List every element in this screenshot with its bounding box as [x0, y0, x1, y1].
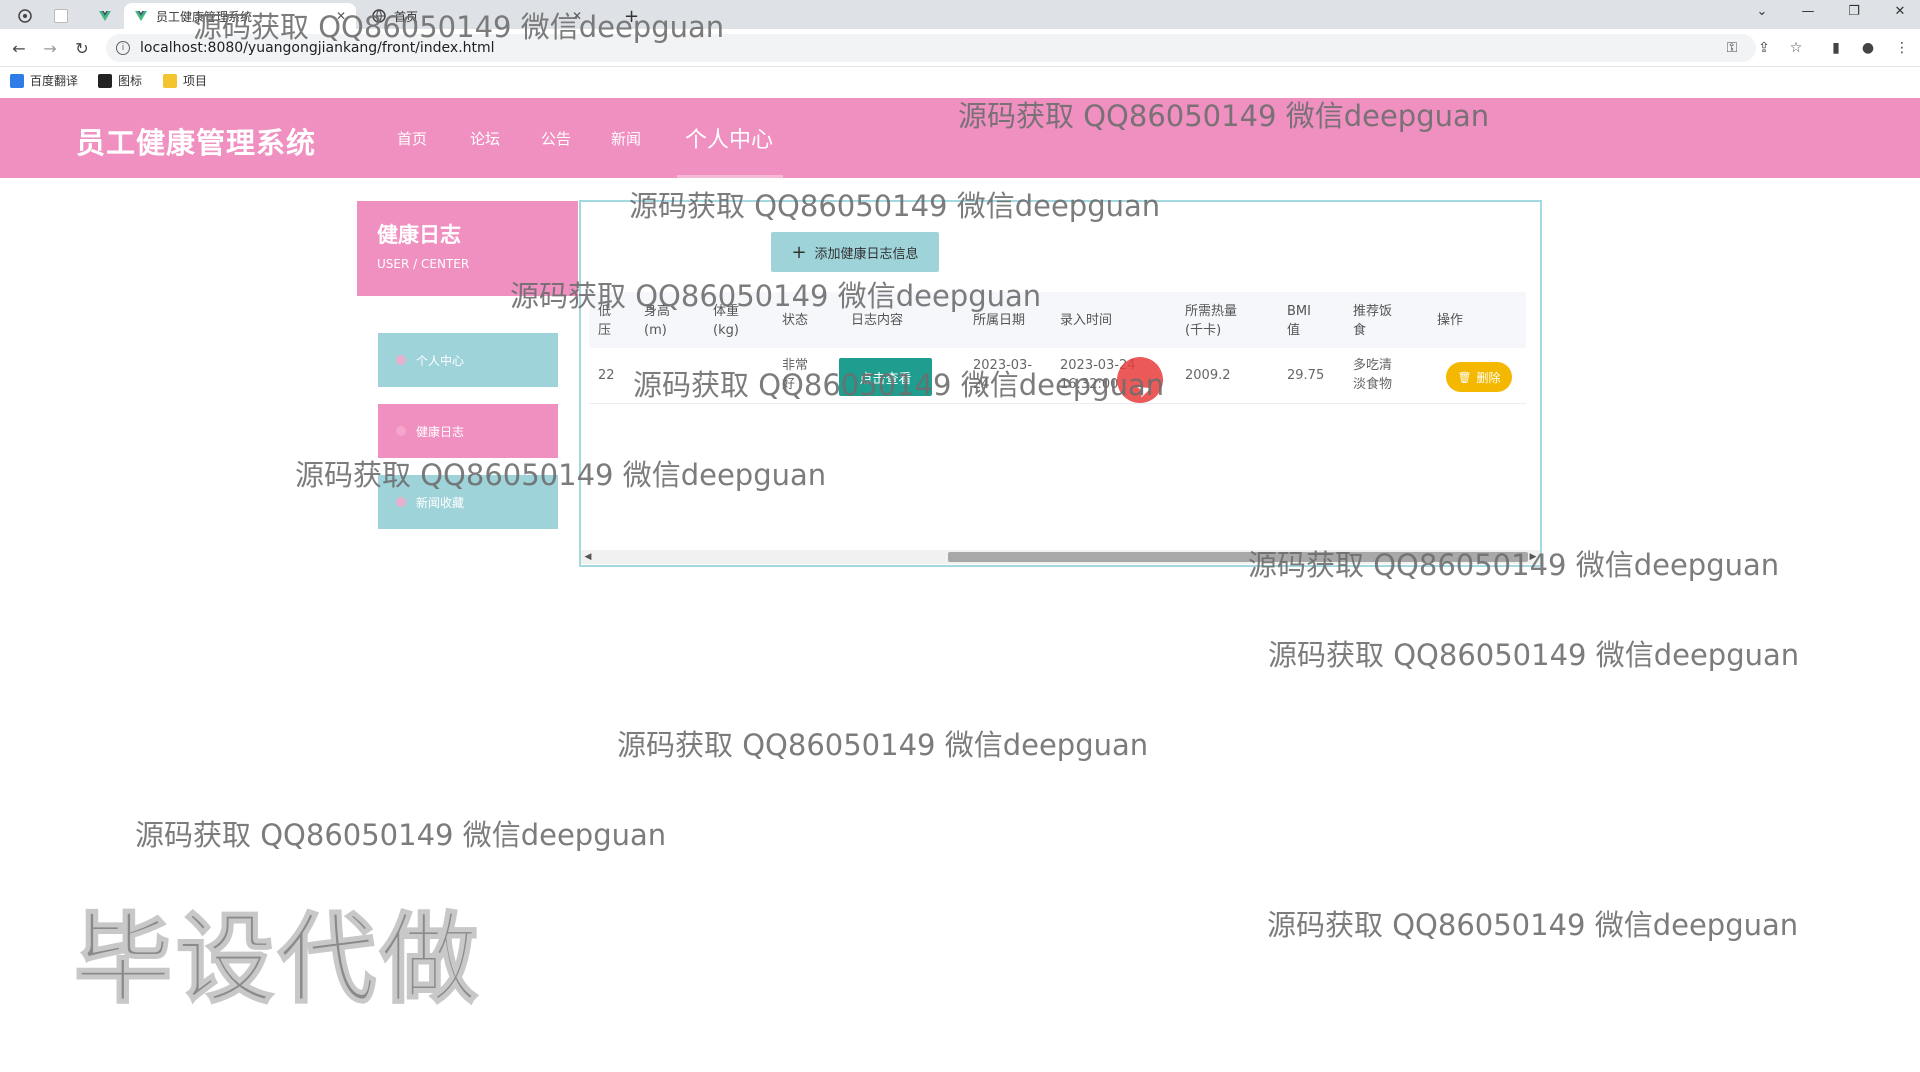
- tab-title: 员工健康管理系统: [156, 9, 253, 24]
- nav-home[interactable]: 首页: [397, 128, 427, 149]
- bookmark-projects[interactable]: 项目: [163, 72, 207, 89]
- nav-user-center[interactable]: 个人中心: [685, 122, 773, 154]
- menu-icon[interactable]: ⋮: [1892, 38, 1912, 58]
- new-tab-button[interactable]: +: [614, 3, 649, 29]
- url-field[interactable]: i localhost:8080/yuangongjiankang/front/…: [106, 34, 1756, 62]
- nav-active-underline: [677, 175, 783, 178]
- tab-search-icon[interactable]: ⌄: [1742, 0, 1782, 22]
- watermark-text: 源码获取 QQ86050149 微信deepguan: [617, 728, 1149, 762]
- add-health-log-button[interactable]: + 添加健康日志信息: [771, 232, 939, 272]
- bookmark-icons[interactable]: 图标: [98, 72, 142, 89]
- sidebar-subtitle: USER / CENTER: [377, 257, 470, 271]
- bullet-icon: [396, 426, 406, 436]
- close-window-icon[interactable]: ✕: [1880, 0, 1920, 22]
- bullet-icon: [396, 497, 406, 507]
- column-header: 所需热量(千卡): [1185, 304, 1238, 338]
- forward-icon[interactable]: →: [39, 37, 61, 59]
- profile-icon[interactable]: ●: [1858, 38, 1878, 58]
- close-tab-icon[interactable]: ✕: [572, 9, 582, 23]
- scrollbar-thumb[interactable]: [948, 552, 1528, 562]
- minimize-icon[interactable]: —: [1788, 0, 1828, 22]
- tab-blank-icon[interactable]: [44, 3, 86, 29]
- site-title: 员工健康管理系统: [76, 126, 317, 160]
- plus-icon: +: [791, 241, 807, 263]
- tab-vue-icon[interactable]: [88, 3, 122, 29]
- cell-bmi: 29.75: [1287, 368, 1325, 383]
- main-panel: + 添加健康日志信息 低压 身高(m) 体重(kg) 状态 日志内容 所属日期 …: [579, 200, 1542, 567]
- column-header: 日志内容: [851, 313, 904, 328]
- cell-date: 2023-03-24: [973, 358, 1033, 392]
- cell-calories: 2009.2: [1185, 368, 1231, 383]
- tab-menu-icon[interactable]: [8, 3, 42, 29]
- vue-icon: [134, 9, 148, 23]
- column-header: 低压: [598, 304, 612, 338]
- close-tab-icon[interactable]: ✕: [336, 9, 346, 23]
- site-info-icon[interactable]: i: [116, 41, 130, 55]
- sidebar-header: 健康日志 USER / CENTER: [357, 201, 578, 296]
- folder-icon: [163, 73, 177, 88]
- trash-icon: 🗑: [1457, 370, 1472, 384]
- iconfont-icon: [98, 73, 112, 88]
- watermark-text: 源码获取 QQ86050149 微信deepguan: [135, 818, 667, 852]
- bookmarks-bar: 百度翻译 图标 项目: [0, 67, 1920, 95]
- cell-recommended-food: 多吃清淡食物: [1353, 358, 1393, 392]
- horizontal-scrollbar[interactable]: ◀ ▶: [581, 550, 1540, 564]
- column-header: 状态: [782, 313, 809, 328]
- cell-status: 非常好: [782, 358, 809, 392]
- key-icon[interactable]: ⚿: [1722, 38, 1742, 58]
- tab-inactive[interactable]: 首页 ✕: [362, 3, 592, 29]
- nav-news[interactable]: 新闻: [611, 128, 641, 149]
- star-icon[interactable]: ☆: [1786, 38, 1806, 58]
- column-header: 推荐饭食: [1353, 304, 1393, 338]
- view-log-button[interactable]: 点击查看: [839, 358, 932, 396]
- sidebar-item-user-center[interactable]: 个人中心: [378, 333, 558, 387]
- address-bar: ← → ↻ i localhost:8080/yuangongjiankang/…: [0, 29, 1920, 67]
- bullet-icon: [396, 355, 406, 365]
- nav-notice[interactable]: 公告: [541, 128, 571, 149]
- sidebar-title: 健康日志: [377, 223, 461, 247]
- translate-icon: [10, 73, 24, 88]
- scroll-right-icon[interactable]: ▶: [1526, 550, 1540, 564]
- cell-low-pressure: 22: [598, 368, 615, 383]
- scroll-left-icon[interactable]: ◀: [581, 550, 595, 564]
- watermark-big-text: 毕设代做: [73, 902, 483, 1018]
- column-header: 操作: [1437, 313, 1464, 328]
- column-header: BMI值: [1287, 304, 1311, 338]
- url-text: localhost:8080/yuangongjiankang/front/in…: [140, 40, 495, 56]
- column-header: 所属日期: [973, 313, 1026, 328]
- table-header: 低压 身高(m) 体重(kg) 状态 日志内容 所属日期 录入时间 所需热量(千…: [589, 292, 1526, 348]
- delete-button[interactable]: 🗑 删除: [1446, 362, 1512, 392]
- column-header: 体重(kg): [713, 304, 740, 338]
- restore-icon[interactable]: ❐: [1834, 0, 1874, 22]
- tab-title: 首页: [394, 9, 419, 24]
- watermark-text: 源码获取 QQ86050149 微信deepguan: [1267, 908, 1799, 942]
- browser-tabbar: 员工健康管理系统 ✕ 首页 ✕ + ⌄ — ❐ ✕: [0, 0, 1920, 29]
- reload-icon[interactable]: ↻: [71, 37, 93, 59]
- column-header: 身高(m): [644, 304, 671, 338]
- bookmark-baidu-translate[interactable]: 百度翻译: [10, 72, 78, 89]
- back-icon[interactable]: ←: [8, 37, 30, 59]
- tab-active[interactable]: 员工健康管理系统 ✕: [124, 3, 356, 29]
- globe-icon: [372, 9, 386, 23]
- table-row: 22 非常好 点击查看 2023-03-24 2023-03-24 16:32:…: [589, 348, 1526, 404]
- site-header: 员工健康管理系统 首页 论坛 公告 新闻 个人中心: [0, 98, 1920, 178]
- column-header: 录入时间: [1060, 313, 1113, 328]
- watermark-text: 源码获取 QQ86050149 微信deepguan: [1268, 638, 1800, 672]
- sidebar-item-health-log[interactable]: 健康日志: [378, 404, 558, 458]
- sidebar-item-news-favorites[interactable]: 新闻收藏: [378, 475, 558, 529]
- share-icon[interactable]: ⇪: [1754, 38, 1774, 58]
- nav-forum[interactable]: 论坛: [470, 128, 500, 149]
- sidepanel-icon[interactable]: ▮: [1826, 38, 1846, 58]
